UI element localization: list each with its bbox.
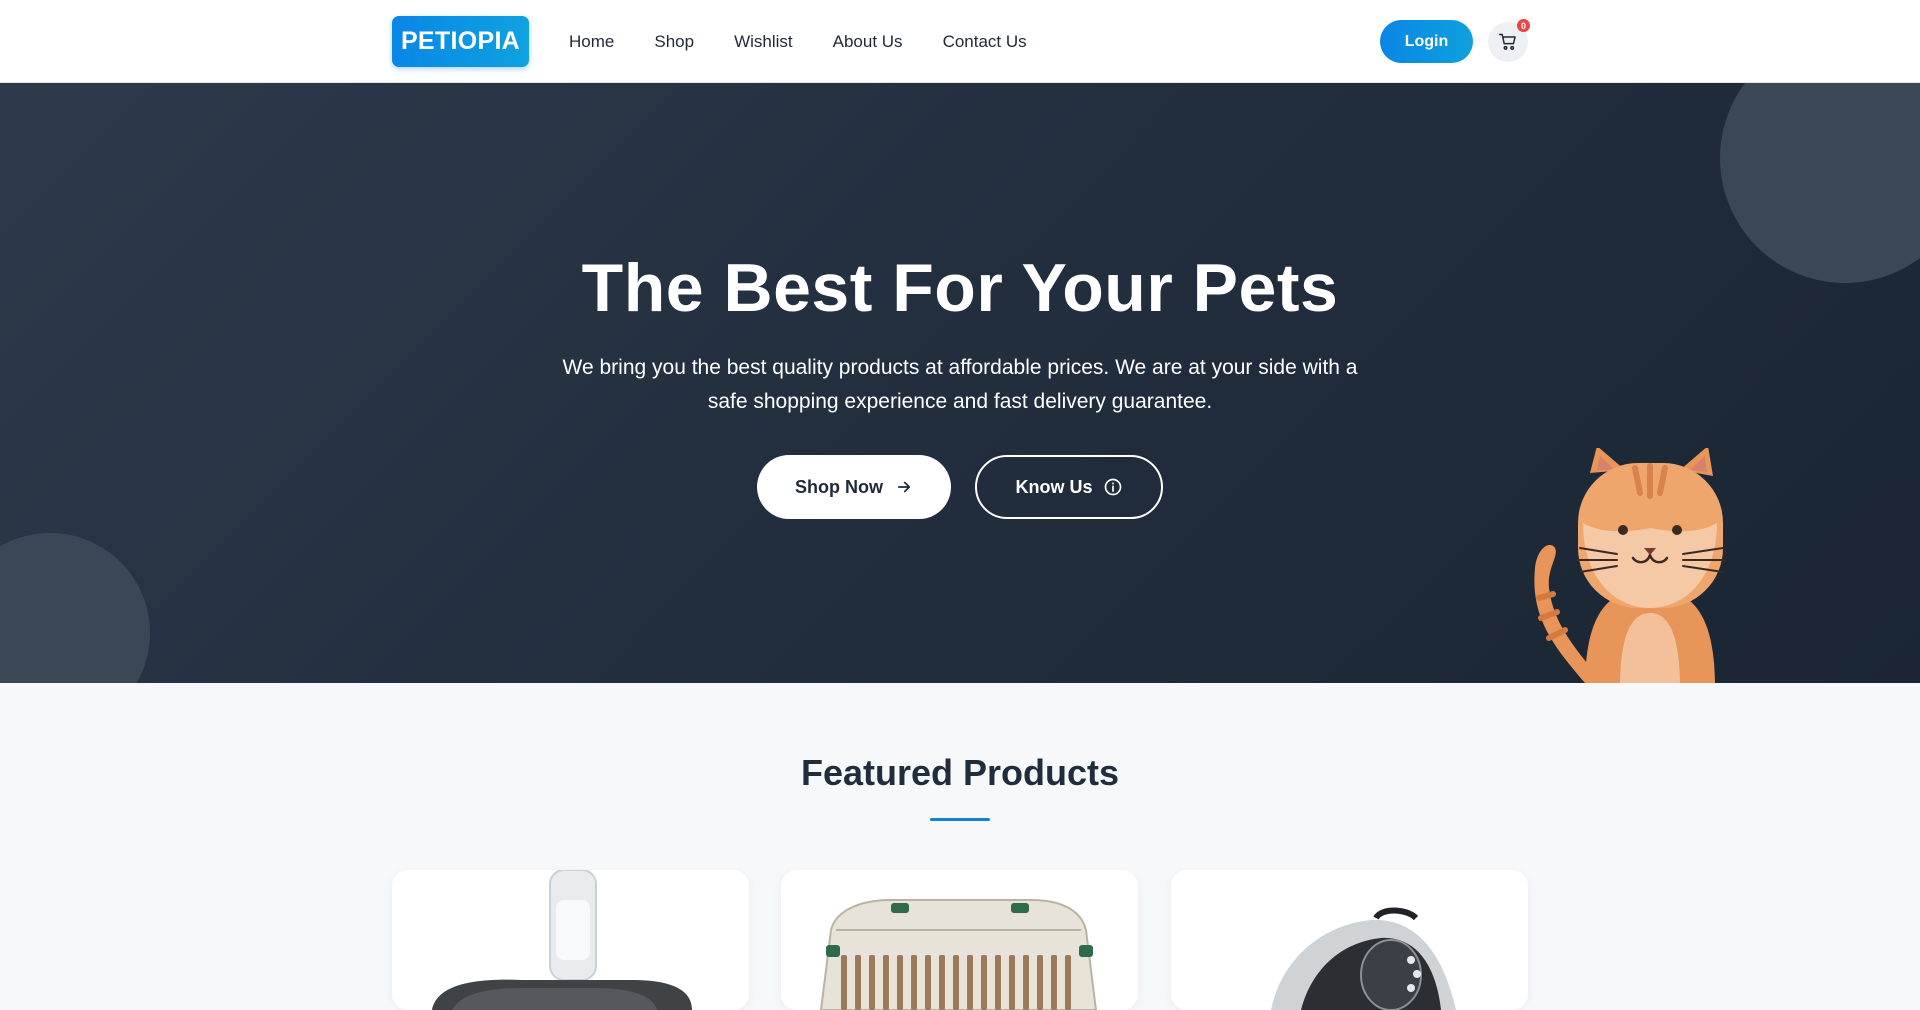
pet-carrier-crate-image	[819, 899, 1098, 1010]
nav-link-about-us[interactable]: About Us	[833, 32, 903, 52]
featured-products-title: Featured Products	[800, 752, 1120, 793]
water-dispenser-bowl-image	[432, 870, 692, 1010]
shop-now-label: Shop Now	[795, 476, 883, 497]
product-card-pet-backpack[interactable]	[1171, 870, 1528, 1010]
title-underline	[930, 818, 990, 821]
nav-link-wishlist[interactable]: Wishlist	[734, 32, 793, 52]
hero-section: The Best For Your Pets We bring you the …	[0, 83, 1920, 683]
arrow-right-icon	[897, 481, 911, 493]
shop-now-button[interactable]: Shop Now	[757, 455, 951, 519]
info-circle-icon	[1104, 478, 1121, 496]
pet-backpack-carrier-image	[1271, 907, 1456, 1010]
know-us-button[interactable]: Know Us	[975, 455, 1163, 519]
decorative-circle	[0, 533, 150, 683]
nav-link-contact-us[interactable]: Contact Us	[943, 32, 1027, 52]
nav-link-home[interactable]: Home	[569, 32, 614, 52]
cat-illustration	[1534, 448, 1726, 683]
hero-title: The Best For Your Pets	[581, 250, 1339, 326]
navbar: PETIOPIA Home Shop Wishlist About Us Con…	[0, 0, 1920, 83]
cart-count-badge: 0	[1517, 19, 1530, 32]
know-us-label: Know Us	[1015, 476, 1093, 497]
nav-link-shop[interactable]: Shop	[654, 32, 694, 52]
cart-icon	[1498, 33, 1516, 50]
hero-subtitle: We bring you the best quality products a…	[562, 356, 1358, 413]
product-card-water-dispenser[interactable]	[392, 870, 749, 1010]
login-button[interactable]: Login	[1380, 20, 1473, 63]
product-card-pet-carrier[interactable]	[781, 870, 1138, 1010]
main-nav: Home Shop Wishlist About Us Contact Us	[569, 0, 1027, 83]
logo[interactable]: PETIOPIA	[392, 16, 529, 67]
